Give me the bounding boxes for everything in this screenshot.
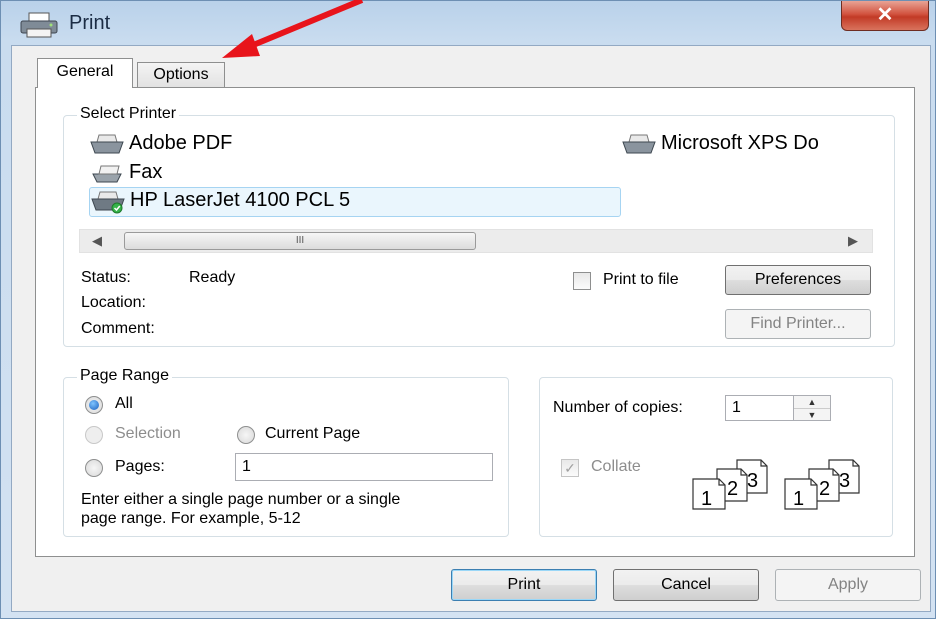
page-range-hint-line1: Enter either a single page number or a s… [81, 491, 401, 508]
pages-radio-label[interactable]: Pages: [115, 458, 165, 476]
print-dialog-window: Print ✕ General Options Select Printer A… [0, 0, 936, 619]
page-range-hint-line2: page range. For example, 5-12 [81, 510, 301, 527]
printer-name: Microsoft XPS Do [661, 132, 819, 154]
printer-icon [20, 12, 58, 38]
svg-text:2: 2 [727, 478, 738, 500]
print-to-file-checkbox[interactable] [573, 272, 591, 290]
close-icon: ✕ [876, 4, 894, 26]
all-radio-label[interactable]: All [115, 395, 133, 413]
printer-icon [622, 134, 656, 154]
comment-label: Comment: [81, 320, 155, 337]
collate-checkbox[interactable]: ✓ [561, 459, 579, 477]
print-button[interactable]: Print [451, 569, 597, 601]
apply-button[interactable]: Apply [775, 569, 921, 601]
select-printer-label: Select Printer [77, 105, 180, 123]
svg-text:2: 2 [819, 478, 830, 500]
scroll-left-icon[interactable]: ◀ [92, 233, 102, 249]
status-value: Ready [189, 269, 236, 286]
collate-pages-icon: 1 2 3 [784, 459, 860, 510]
pages-input[interactable] [235, 453, 493, 481]
close-button[interactable]: ✕ [841, 1, 929, 31]
svg-text:3: 3 [747, 470, 758, 492]
page-range-label: Page Range [77, 367, 172, 385]
copies-input[interactable] [725, 395, 795, 421]
tab-general[interactable]: General [37, 58, 133, 88]
printer-fax[interactable]: Fax [89, 160, 209, 188]
svg-text:1: 1 [701, 488, 712, 510]
find-printer-button[interactable]: Find Printer... [725, 309, 871, 339]
printer-adobe-pdf[interactable]: Adobe PDF [89, 131, 309, 159]
printer-hp-laserjet[interactable]: HP LaserJet 4100 PCL 5 [89, 187, 621, 217]
printer-name: Adobe PDF [129, 132, 233, 154]
copies-label: Number of copies: [553, 399, 683, 416]
scrollbar-thumb[interactable]: III [124, 232, 476, 250]
svg-text:3: 3 [839, 470, 850, 492]
spin-down-icon[interactable]: ▼ [794, 409, 830, 421]
current-page-radio-label[interactable]: Current Page [265, 425, 360, 443]
printer-name: HP LaserJet 4100 PCL 5 [130, 189, 351, 211]
title-bar[interactable]: Print ✕ [1, 1, 936, 45]
tab-options-label: Options [153, 66, 209, 83]
preferences-button[interactable]: Preferences [725, 265, 871, 295]
collate-label: Collate [591, 458, 641, 475]
printer-name: Fax [129, 161, 163, 183]
copies-spinner[interactable]: ▲ ▼ [793, 395, 831, 421]
fax-icon [92, 165, 122, 183]
window-title: Print [69, 12, 111, 34]
current-page-radio[interactable] [237, 426, 255, 444]
status-label: Status: [81, 269, 131, 286]
cancel-button[interactable]: Cancel [613, 569, 759, 601]
selection-radio-label: Selection [115, 425, 181, 442]
scrollbar-grip: III [295, 235, 305, 246]
tab-general-label: General [56, 63, 114, 80]
tab-options[interactable]: Options [137, 62, 225, 88]
collate-pages-icon: 1 2 3 [692, 459, 768, 510]
printer-icon [90, 134, 124, 154]
selection-radio[interactable] [85, 426, 103, 444]
checkmark-icon: ✓ [564, 460, 576, 476]
location-label: Location: [81, 294, 146, 311]
scroll-right-icon[interactable]: ▶ [848, 233, 858, 249]
spin-up-icon[interactable]: ▲ [794, 396, 830, 409]
default-printer-icon [91, 191, 125, 214]
printer-list-scrollbar[interactable]: ◀ III ▶ [79, 229, 873, 253]
all-radio[interactable] [85, 396, 103, 414]
print-to-file-label[interactable]: Print to file [603, 271, 679, 289]
pages-radio[interactable] [85, 459, 103, 477]
printer-microsoft-xps[interactable]: Microsoft XPS Do [621, 131, 881, 159]
svg-text:1: 1 [793, 488, 804, 510]
